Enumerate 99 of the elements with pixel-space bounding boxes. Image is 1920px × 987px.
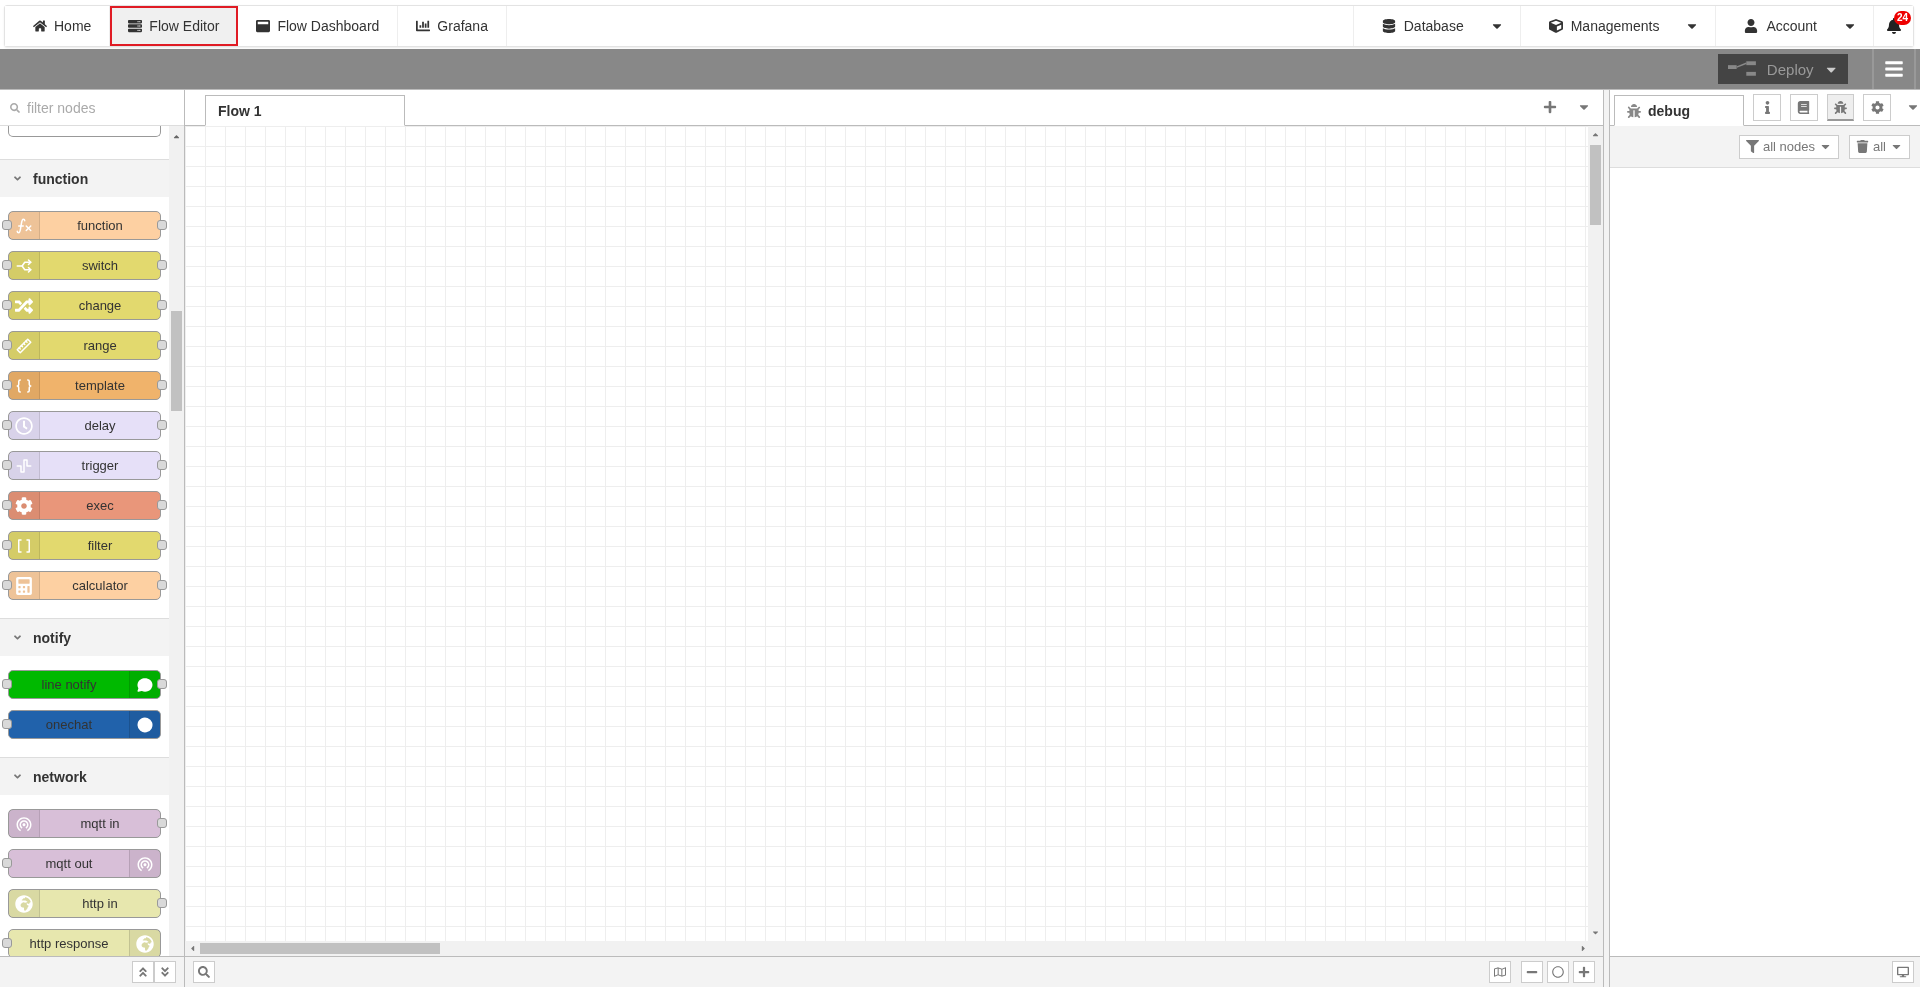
filter-icon — [1745, 140, 1759, 153]
navigator-button[interactable] — [1489, 961, 1511, 983]
caret-right-icon — [1579, 944, 1588, 953]
home-icon — [33, 19, 47, 33]
bracket-icon — [15, 536, 33, 555]
zoom-out-button[interactable] — [1521, 961, 1543, 983]
palette-node[interactable]: calculator — [8, 571, 161, 600]
scrollbar-thumb[interactable] — [200, 943, 440, 954]
braces-icon — [15, 376, 33, 395]
menu-button[interactable] — [1872, 49, 1916, 89]
palette-node[interactable]: range — [8, 331, 161, 360]
caret-down-icon — [1591, 928, 1600, 937]
category-header[interactable]: network — [0, 757, 169, 795]
circle-icon — [136, 715, 154, 734]
notification-count: 24 — [1894, 11, 1912, 25]
palette-node[interactable]: function — [8, 211, 161, 240]
add-flow-button[interactable] — [1543, 100, 1557, 114]
filter-dropdown[interactable]: all nodes — [1738, 134, 1839, 159]
double-chevron-up-icon — [137, 966, 149, 978]
nav-link[interactable]: Grafana — [398, 6, 507, 46]
palette-node[interactable]: filter — [8, 531, 161, 560]
palette-node[interactable]: mqtt in — [8, 809, 161, 838]
book-icon — [1797, 101, 1811, 114]
bug-icon — [1834, 100, 1847, 114]
cube-icon — [1548, 19, 1563, 33]
plus-icon — [1578, 966, 1590, 978]
chat-bubble-icon — [136, 675, 154, 694]
notification-button[interactable]: 24 — [1873, 6, 1913, 46]
split-arrow-icon — [15, 256, 33, 275]
function-icon — [15, 216, 33, 235]
palette-node[interactable]: mqtt out — [8, 849, 161, 878]
palette-node[interactable]: trigger — [8, 451, 161, 480]
menu-icon — [1884, 59, 1904, 79]
nav-link[interactable]: Home — [5, 6, 111, 46]
trash-icon — [1856, 140, 1869, 153]
sidebar-panel-button[interactable] — [1753, 94, 1782, 121]
signal-waves-icon — [136, 854, 154, 873]
scrollbar-thumb[interactable] — [171, 311, 182, 411]
monitor-button[interactable] — [1892, 961, 1914, 983]
nav-dropdown[interactable]: Database — [1352, 6, 1520, 46]
palette-node[interactable]: line notify — [8, 670, 161, 699]
clock-icon — [15, 416, 33, 435]
category-header[interactable]: notify — [0, 618, 169, 656]
scrollbar-thumb[interactable] — [1590, 145, 1601, 225]
nav-link[interactable]: Flow Editor — [110, 6, 239, 46]
settings-icon — [1870, 101, 1884, 114]
palette-node[interactable]: http response — [8, 929, 161, 956]
bar-chart-icon — [416, 19, 431, 33]
caret-up-icon — [172, 132, 181, 141]
search-icon — [10, 102, 20, 113]
shuffle-icon — [15, 296, 33, 315]
bug-icon — [1627, 103, 1641, 118]
zoom-in-button[interactable] — [1573, 961, 1595, 983]
palette-node[interactable]: http in — [8, 889, 161, 918]
pulse-icon — [15, 456, 33, 475]
monitor-icon — [1897, 966, 1909, 978]
sidebar-tab[interactable]: debug — [1614, 95, 1745, 126]
zoom-reset-button[interactable] — [1547, 961, 1569, 983]
scrollbar[interactable] — [1588, 126, 1603, 941]
globe-icon — [15, 894, 33, 913]
gear-icon — [15, 496, 33, 515]
sidebar-panel-button[interactable] — [1790, 94, 1818, 121]
nav-dropdown[interactable]: Account — [1715, 6, 1873, 46]
palette-node[interactable]: exec — [8, 491, 161, 520]
window-icon — [256, 19, 271, 33]
palette-node[interactable]: change — [8, 291, 161, 320]
sidebar-panel-button[interactable] — [1826, 94, 1855, 121]
expand-all-button[interactable] — [154, 961, 176, 983]
nav-dropdown[interactable]: Managements — [1519, 6, 1716, 46]
caret-up-icon — [1591, 130, 1600, 139]
deploy-icon — [1728, 61, 1757, 77]
plus-icon — [1543, 100, 1557, 114]
caret-left-icon — [188, 944, 197, 953]
flow-tab[interactable]: Flow 1 — [205, 95, 405, 126]
server-icon — [128, 19, 143, 33]
collapse-all-button[interactable] — [132, 961, 154, 983]
globe-icon — [136, 934, 154, 953]
database-icon — [1381, 19, 1396, 33]
search-button[interactable] — [193, 961, 215, 983]
map-icon — [1494, 966, 1506, 978]
clear-dropdown[interactable]: all — [1849, 134, 1910, 159]
scrollbar[interactable] — [169, 126, 184, 956]
user-icon — [1744, 19, 1759, 33]
palette-node[interactable]: switch — [8, 251, 161, 280]
chevron-icon — [12, 771, 23, 782]
palette-node[interactable]: template — [8, 371, 161, 400]
category-header[interactable]: function — [0, 159, 169, 197]
nav-link[interactable]: Flow Dashboard — [238, 6, 399, 46]
calculator-icon — [15, 576, 33, 595]
scrollbar[interactable] — [185, 941, 1603, 956]
search-icon — [198, 966, 210, 978]
palette-node[interactable] — [8, 126, 161, 137]
palette-node[interactable]: delay — [8, 411, 161, 440]
double-chevron-down-icon — [159, 966, 171, 978]
sidebar-panel-button[interactable] — [1863, 94, 1891, 121]
chevron-icon — [12, 173, 23, 184]
chevron-icon — [12, 632, 23, 643]
signal-waves-icon — [15, 814, 33, 833]
ruler-icon — [15, 336, 33, 355]
